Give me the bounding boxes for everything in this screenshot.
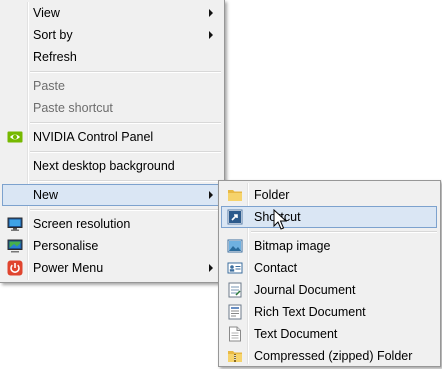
desktop-context-menu: View Sort by Refresh Paste Paste shortcu…	[0, 0, 225, 283]
mouse-cursor-icon	[273, 209, 287, 230]
shortcut-icon	[227, 209, 243, 225]
submenu-arrow-icon	[209, 264, 213, 272]
menu-item-label: Folder	[254, 188, 290, 202]
menu-item-label: Compressed (zipped) Folder	[254, 349, 413, 363]
rich-text-icon	[228, 304, 242, 320]
menu-item-label: Personalise	[33, 239, 99, 253]
menu-item-nvidia-control-panel[interactable]: NVIDIA Control Panel	[2, 126, 221, 148]
menu-item-refresh[interactable]: Refresh	[2, 46, 221, 68]
menu-item-new[interactable]: New	[2, 184, 221, 206]
menu-item-label: Contact	[254, 261, 298, 275]
nvidia-icon	[7, 131, 23, 143]
menu-item-label: Journal Document	[254, 283, 356, 297]
new-submenu: Folder Shortcut Bitmap image Contact	[218, 180, 441, 367]
menu-item-label: Power Menu	[33, 261, 104, 275]
menu-item-paste[interactable]: Paste	[2, 75, 221, 97]
menu-item-paste-shortcut[interactable]: Paste shortcut	[2, 97, 221, 119]
submenu-arrow-icon	[209, 191, 213, 199]
menu-separator	[30, 122, 221, 124]
menu-item-label: Rich Text Document	[254, 305, 366, 319]
menu-separator	[30, 71, 221, 73]
submenu-item-contact[interactable]: Contact	[221, 257, 437, 279]
menu-item-sort-by[interactable]: Sort by	[2, 24, 221, 46]
display-icon	[7, 217, 23, 231]
menu-item-power-menu[interactable]: Power Menu	[2, 257, 221, 279]
journal-icon	[228, 282, 242, 298]
menu-item-label: View	[33, 6, 60, 20]
menu-item-view[interactable]: View	[2, 2, 221, 24]
menu-separator	[30, 209, 221, 211]
submenu-item-rich-text-document[interactable]: Rich Text Document	[221, 301, 437, 323]
contact-icon	[227, 262, 243, 274]
submenu-item-folder[interactable]: Folder	[221, 184, 437, 206]
menu-item-label: Paste	[33, 79, 65, 93]
folder-icon	[228, 190, 242, 201]
menu-item-personalise[interactable]: Personalise	[2, 235, 221, 257]
text-document-icon	[229, 326, 241, 342]
bitmap-icon	[227, 239, 243, 253]
menu-item-label: NVIDIA Control Panel	[33, 130, 154, 144]
menu-separator	[251, 231, 437, 233]
menu-item-label: Refresh	[33, 50, 77, 64]
submenu-item-text-document[interactable]: Text Document	[221, 323, 437, 345]
power-icon	[7, 260, 23, 276]
menu-item-screen-resolution[interactable]: Screen resolution	[2, 213, 221, 235]
menu-item-label: Next desktop background	[33, 159, 175, 173]
menu-item-label: Text Document	[254, 327, 338, 341]
menu-separator	[30, 151, 221, 153]
personalise-icon	[7, 239, 23, 253]
menu-item-label: Sort by	[33, 28, 73, 42]
submenu-item-bitmap-image[interactable]: Bitmap image	[221, 235, 437, 257]
menu-item-label: Bitmap image	[254, 239, 331, 253]
menu-item-label: New	[33, 188, 59, 202]
submenu-item-compressed-folder[interactable]: Compressed (zipped) Folder	[221, 345, 437, 367]
menu-item-next-desktop-background[interactable]: Next desktop background	[2, 155, 221, 177]
submenu-arrow-icon	[209, 31, 213, 39]
menu-item-label: Screen resolution	[33, 217, 131, 231]
menu-item-label: Paste shortcut	[33, 101, 113, 115]
submenu-arrow-icon	[209, 9, 213, 17]
zip-folder-icon	[228, 351, 242, 362]
submenu-item-journal-document[interactable]: Journal Document	[221, 279, 437, 301]
menu-separator	[30, 180, 221, 182]
submenu-item-shortcut[interactable]: Shortcut	[221, 206, 437, 228]
